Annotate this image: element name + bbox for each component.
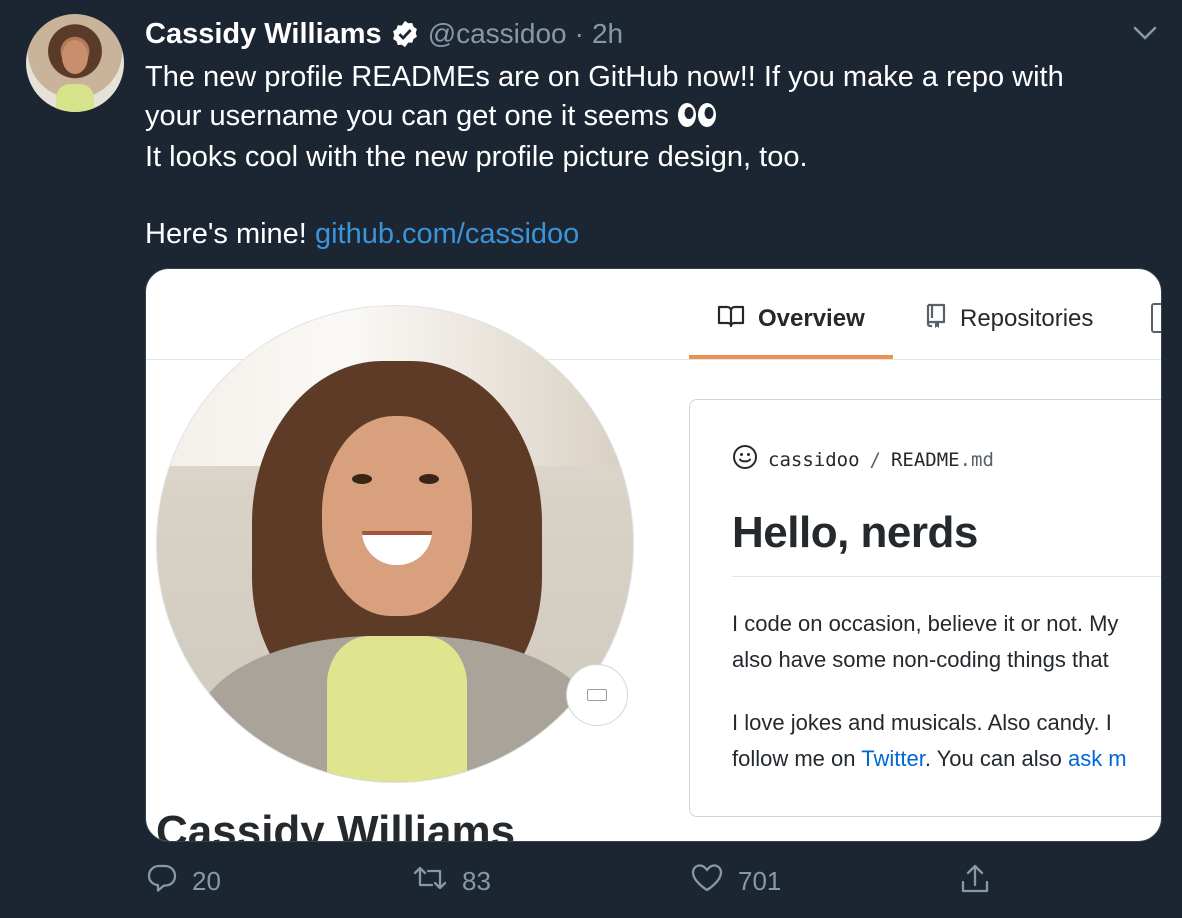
tweet-header: Cassidy Williams @cassidoo · 2h [145,14,623,54]
readme-paragraph: I love jokes and musicals. Also candy. I… [732,705,1127,777]
heart-icon [690,862,724,901]
readme-box: cassidoo / README.md Hello, nerds I code… [689,399,1161,817]
tweet-text: The new profile READMEs are on GitHub no… [145,58,1145,253]
separator-dot: · [574,18,584,49]
retweet-icon [412,862,448,901]
readme-text: follow me on [732,746,856,771]
projects-icon [1151,303,1161,333]
reply-count: 20 [192,866,221,896]
profile-photo [156,305,634,783]
tweet-line: Here's mine! github.com/cassidoo [145,215,1145,254]
verified-badge-icon [390,19,420,49]
repo-icon [924,302,948,337]
selected-tab-indicator [689,355,893,359]
author-handle[interactable]: @cassidoo [428,18,567,50]
readme-line: I love jokes and musicals. Also candy. I [732,710,1112,735]
tweet-line: The new profile READMEs are on GitHub no… [145,61,1064,93]
reply-icon [146,862,178,901]
media-card[interactable]: Overview Repositories Cassidy Williams c… [145,268,1162,842]
share-icon [958,862,992,903]
readme-owner[interactable]: cassidoo [768,449,860,471]
tab-repositories-label: Repositories [960,305,1094,332]
tweet-actions: 20 83 701 [0,862,1182,902]
retweet-count: 83 [462,866,491,896]
tweet-line: It looks cool with the new profile pictu… [145,141,808,173]
eyes-emoji-icon [677,100,717,139]
divider [732,576,1161,577]
reply-button[interactable]: 20 [146,862,221,901]
tab-repositories[interactable]: Repositories [924,299,1093,339]
tweet-line: your username you can get one it seems [145,97,1145,139]
book-icon [716,303,746,336]
github-link[interactable]: github.com/cassidoo [315,218,579,250]
readme-paragraph: I code on occasion, believe it or not. M… [732,606,1118,678]
retweet-button[interactable]: 83 [412,862,491,901]
readme-file[interactable]: README [891,449,960,471]
author-avatar[interactable] [26,14,124,112]
readme-line: follow me on Twitter. You can also ask m [732,741,1127,777]
readme-path: cassidoo / README.md [732,444,994,475]
profile-name: Cassidy Williams [156,807,516,842]
like-count: 701 [738,866,782,896]
readme-ext: .md [959,448,994,471]
avatar-shirt [56,84,94,112]
share-button[interactable] [958,862,992,903]
readme-heading: Hello, nerds [732,508,978,557]
tweet-line-text: your username you can get one it seems [145,99,669,132]
avatar-face [62,40,88,74]
ask-link[interactable]: ask m [1068,746,1127,771]
readme-line: I code on occasion, believe it or not. M… [732,611,1119,636]
chevron-down-icon[interactable] [1130,18,1160,48]
path-separator: / [869,448,881,471]
twitter-link[interactable]: Twitter [861,746,925,771]
tab-overview-label: Overview [758,305,865,332]
readme-line: also have some non-coding things that [732,647,1109,672]
author-name[interactable]: Cassidy Williams [145,18,382,51]
tweet-timestamp[interactable]: 2h [592,18,623,50]
readme-text: . You can also [924,746,1062,771]
like-button[interactable]: 701 [690,862,781,901]
smiley-icon [732,444,758,475]
tweet-line-text: Here's mine! [145,217,307,250]
tab-overview[interactable]: Overview [716,299,865,339]
status-keyboard-icon[interactable] [566,664,628,726]
